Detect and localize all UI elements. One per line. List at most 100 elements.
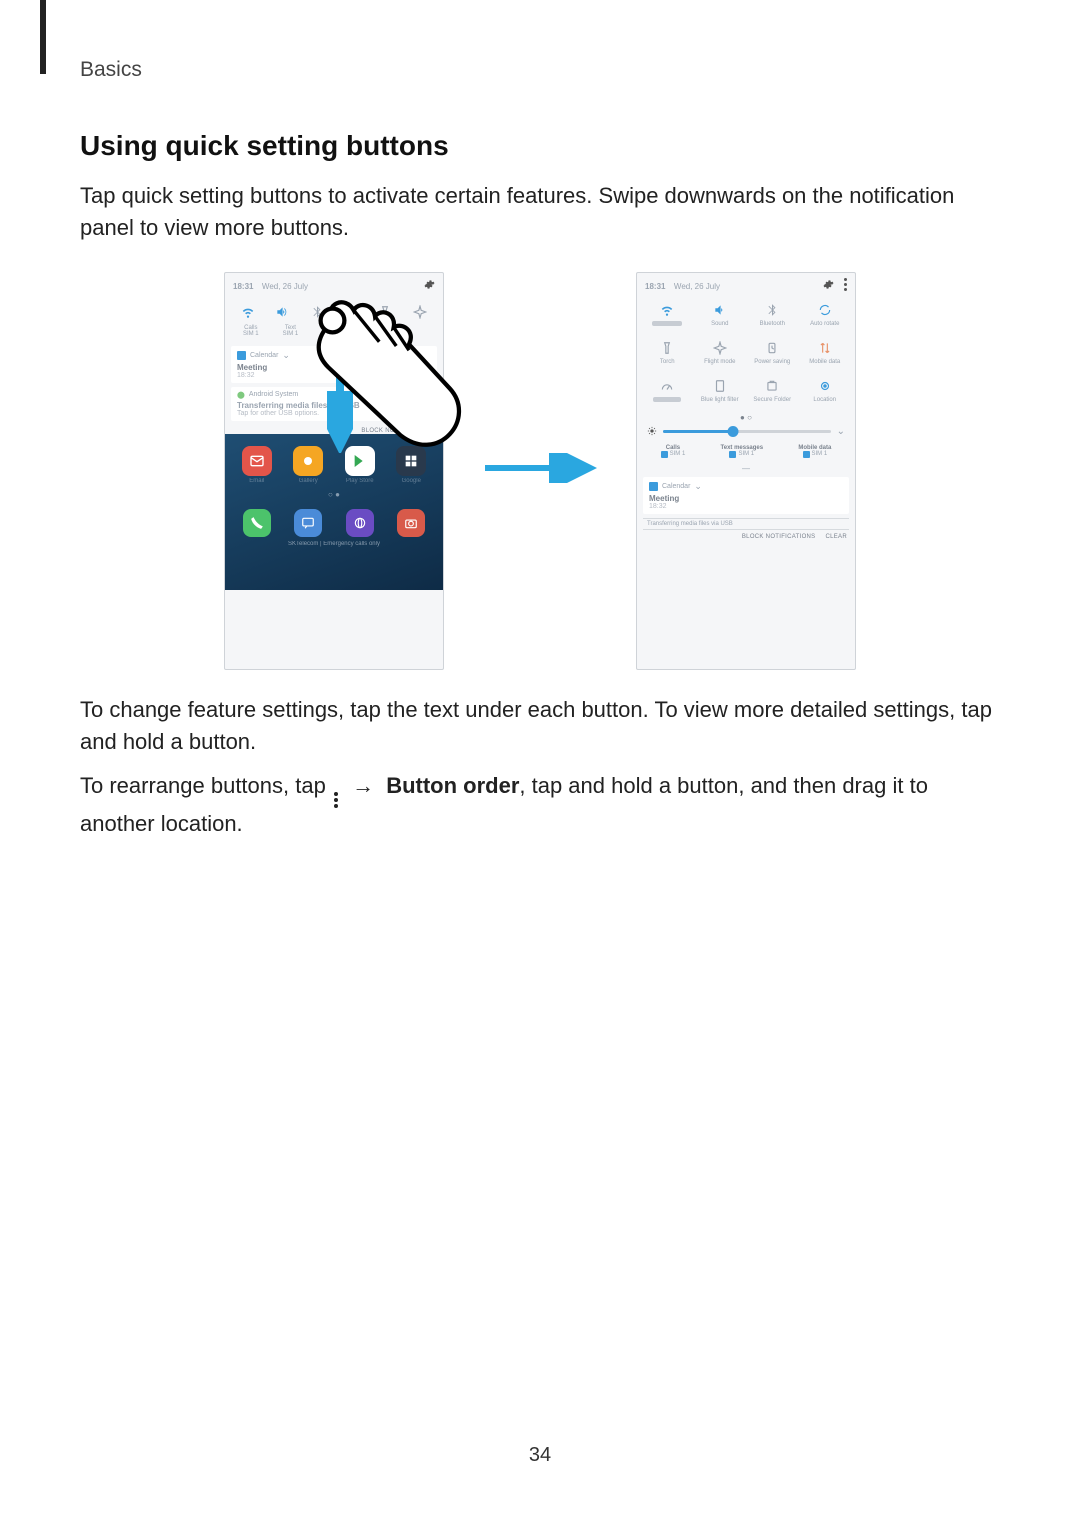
notif-title: Meeting xyxy=(649,494,843,503)
qs-performance[interactable] xyxy=(641,377,694,409)
sim-calls[interactable]: CallsSIM 1 xyxy=(661,445,686,460)
more-options-icon[interactable] xyxy=(844,278,847,291)
messages-app-icon[interactable] xyxy=(294,509,322,537)
emergency-label: SKTelecom | Emergency calls only xyxy=(231,541,437,547)
location-icon xyxy=(818,379,832,393)
qs-label-text: Auto rotate xyxy=(810,321,839,333)
notif-time: 18:32 xyxy=(649,503,843,510)
status-bar: 18:31 Wed, 26 July xyxy=(225,273,443,297)
notification-calendar[interactable]: Calendar ⌄ Meeting 18:32 xyxy=(643,477,849,514)
qs-wifi[interactable] xyxy=(641,301,694,333)
torch-icon xyxy=(660,341,674,355)
page-number: 34 xyxy=(0,1444,1080,1467)
transition-arrow xyxy=(480,453,600,488)
brightness-icon xyxy=(647,426,657,436)
phone-app-icon[interactable] xyxy=(243,509,271,537)
qs-mobiledata[interactable]: Mobile data xyxy=(799,339,852,371)
paragraph-change-settings: To change feature settings, tap the text… xyxy=(80,694,1000,758)
phone-expanded-panel: 18:31 Wed, 26 July Sound Bluetooth Auto … xyxy=(636,272,856,670)
qs-label-text: Secure Folder xyxy=(753,397,791,409)
qs-securefolder[interactable]: Secure Folder xyxy=(746,377,799,409)
gallery-app-icon[interactable] xyxy=(293,446,323,476)
qs-label-text: Mobile data xyxy=(809,359,840,371)
block-notifications-label[interactable]: BLOCK NOTIFICATIONS xyxy=(742,534,816,540)
button-order-label: Button order xyxy=(386,773,519,798)
qs-rotate[interactable]: Auto rotate xyxy=(799,301,852,333)
qs-label-calls: CallsSIM 1 xyxy=(243,325,259,338)
qs-label-text: TextSIM 1 xyxy=(283,325,299,338)
manual-page: Basics Using quick setting buttons Tap q… xyxy=(0,0,1080,1527)
status-date: Wed, 26 July xyxy=(262,282,308,291)
powersave-icon xyxy=(765,341,779,355)
qs-label-text: Location xyxy=(813,397,836,409)
more-options-icon xyxy=(334,792,338,808)
chevron-down-icon: ⌄ xyxy=(282,350,290,361)
qs-powersaving[interactable]: Power saving xyxy=(746,339,799,371)
sound-icon xyxy=(275,305,289,319)
gear-icon[interactable] xyxy=(424,279,435,290)
page-indicator: ○ ● xyxy=(231,490,437,499)
status-time: 18:31 xyxy=(233,282,253,291)
paragraph-rearrange: To rearrange buttons, tap → Button order… xyxy=(80,770,1000,840)
mobiledata-icon xyxy=(818,341,832,355)
qs-location[interactable]: Location xyxy=(799,377,852,409)
calendar-app-icon xyxy=(237,351,246,360)
notif-app-name: Android System xyxy=(249,391,298,398)
arrow-text: → xyxy=(352,773,374,798)
qs-label-text xyxy=(653,397,681,402)
page-indicator: ● ○ xyxy=(637,413,855,422)
performance-icon xyxy=(660,379,674,393)
qs-wifi[interactable] xyxy=(231,303,265,321)
home-launcher: Email Gallery Play Store Google ○ ● SKTe… xyxy=(225,434,443,590)
qs-label-text xyxy=(652,321,682,326)
wifi-icon xyxy=(660,303,674,317)
sim-data[interactable]: Mobile dataSIM 1 xyxy=(798,445,831,460)
sim-row: CallsSIM 1 Text messagesSIM 1 Mobile dat… xyxy=(637,443,855,466)
section-header: Basics xyxy=(80,58,1000,82)
bluetooth-icon xyxy=(765,303,779,317)
qs-bluetooth[interactable]: Bluetooth xyxy=(746,301,799,333)
status-time-date: 18:31 Wed, 26 July xyxy=(645,276,720,294)
sound-icon xyxy=(713,303,727,317)
text-fragment: To rearrange buttons, tap xyxy=(80,773,332,798)
qs-label-text: Power saving xyxy=(754,359,790,371)
status-time-date: 18:31 Wed, 26 July xyxy=(233,276,308,294)
qs-torch[interactable]: Torch xyxy=(641,339,694,371)
status-bar: 18:31 Wed, 26 July xyxy=(637,273,855,297)
qs-sound[interactable] xyxy=(265,303,299,321)
gear-icon[interactable] xyxy=(823,279,834,290)
airplane-icon xyxy=(713,341,727,355)
qs-bluelight[interactable]: Blue light filter xyxy=(694,377,747,409)
qs-label-text: Flight mode xyxy=(704,359,735,371)
secure-folder-icon xyxy=(765,379,779,393)
wifi-icon xyxy=(241,305,255,319)
phone-collapsed-panel: 18:31 Wed, 26 July CallsSIM 1 TextSIM 1 xyxy=(224,272,444,670)
calendar-app-icon xyxy=(649,482,658,491)
subsection-title: Using quick setting buttons xyxy=(80,130,1000,162)
internet-app-icon[interactable] xyxy=(346,509,374,537)
header-rule xyxy=(40,0,46,74)
qs-label-text: Sound xyxy=(711,321,728,333)
clear-label[interactable]: CLEAR xyxy=(825,534,847,540)
chevron-down-icon[interactable]: ⌄ xyxy=(837,426,845,437)
brightness-slider[interactable]: ⌄ xyxy=(637,422,855,443)
qs-label-text: Blue light filter xyxy=(701,397,739,409)
chevron-down-icon: ⌄ xyxy=(694,481,702,492)
email-app-icon[interactable] xyxy=(242,446,272,476)
qs-airplane[interactable]: Flight mode xyxy=(694,339,747,371)
qs-label-text: Bluetooth xyxy=(760,321,785,333)
rotate-icon xyxy=(818,303,832,317)
qs-sound[interactable]: Sound xyxy=(694,301,747,333)
sim-text[interactable]: Text messagesSIM 1 xyxy=(721,445,764,460)
notif-app-name: Calendar xyxy=(662,483,690,490)
notif-app-name: Calendar xyxy=(250,352,278,359)
google-folder-icon[interactable] xyxy=(396,446,426,476)
status-time: 18:31 xyxy=(645,282,665,291)
status-date: Wed, 26 July xyxy=(674,282,720,291)
slider-track[interactable] xyxy=(663,430,831,433)
notif-truncated: Transferring media files via USB xyxy=(637,519,855,529)
intro-paragraph: Tap quick setting buttons to activate ce… xyxy=(80,180,1000,244)
hand-gesture-icon xyxy=(307,295,477,448)
camera-app-icon[interactable] xyxy=(397,509,425,537)
slider-thumb[interactable] xyxy=(728,426,739,437)
